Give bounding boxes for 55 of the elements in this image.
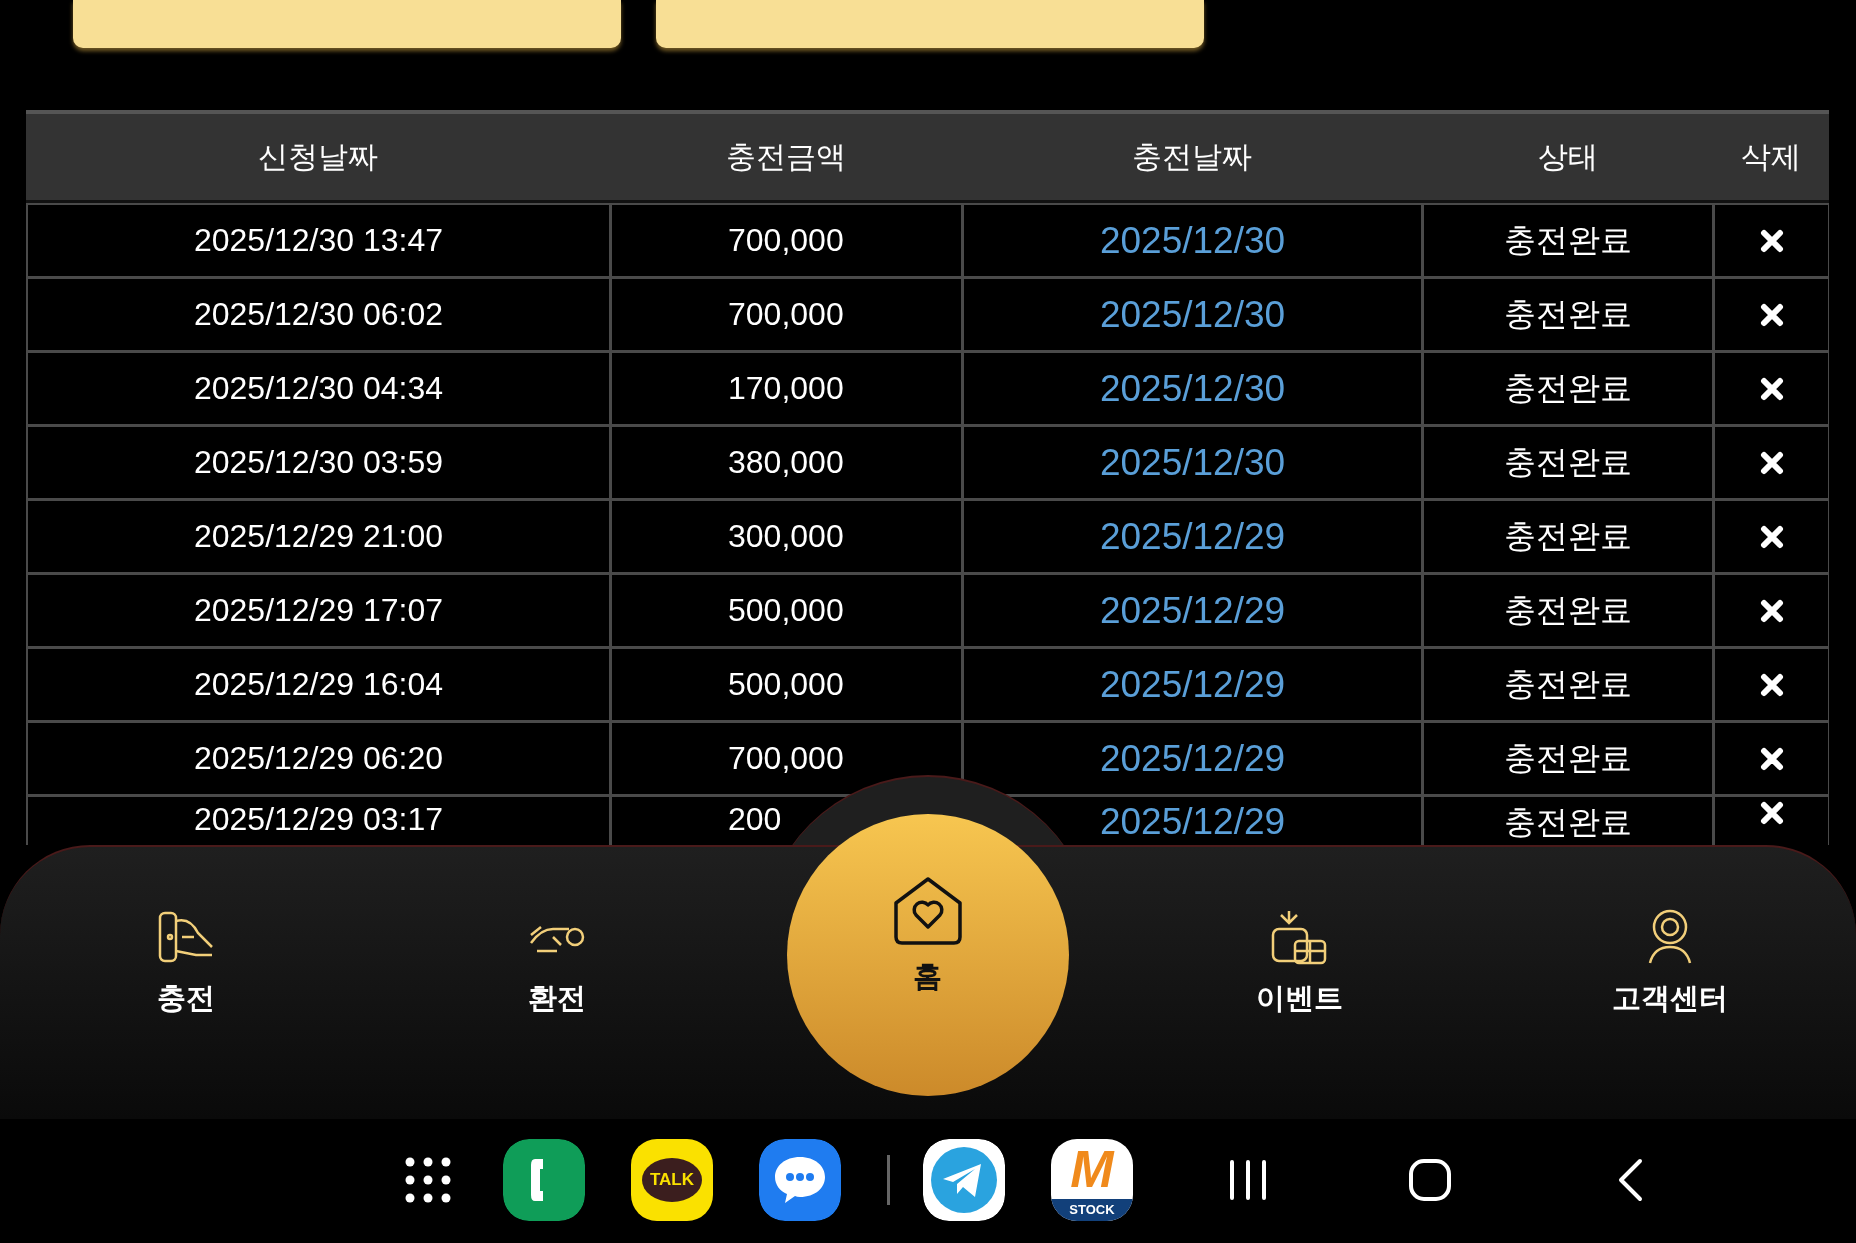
column-header: 삭제 — [1740, 137, 1802, 176]
close-icon[interactable] — [1759, 228, 1784, 253]
nav-item[interactable]: 이벤트 — [1255, 847, 1343, 1019]
table-cell: 2025/12/30 13:47 — [26, 203, 611, 278]
close-icon[interactable] — [1759, 302, 1784, 327]
close-icon[interactable] — [1759, 746, 1784, 771]
table-cell: 충전완료 — [1422, 425, 1714, 500]
column-header: 신청날짜 — [257, 137, 379, 176]
messages-app-icon[interactable] — [759, 1139, 841, 1221]
close-icon[interactable] — [1759, 376, 1784, 401]
close-icon[interactable] — [1759, 672, 1784, 697]
table-cell: 170,000 — [728, 370, 844, 407]
home-button[interactable]: 홈 — [787, 814, 1069, 1096]
table-cell: 2025/12/30 04:34 — [26, 351, 611, 426]
close-icon[interactable] — [1759, 450, 1784, 475]
table-cell: 2025/12/29 06:20 — [26, 721, 611, 796]
stock-app-icon[interactable]: M STOCK — [1051, 1139, 1133, 1221]
table-cell: 300,000 — [728, 518, 844, 555]
table-cell: 700,000 — [728, 296, 844, 333]
table-cell: 충전완료 — [1422, 277, 1714, 352]
column-header: 상태 — [1536, 137, 1599, 176]
nav-item[interactable]: 고객센터 — [1612, 847, 1729, 1019]
table-cell: 충전완료 — [1422, 203, 1714, 278]
table-cell: 충전완료 — [1422, 499, 1714, 574]
table-cell: 500,000 — [728, 592, 844, 629]
table-cell: 충전완료 — [1422, 795, 1714, 845]
table-cell: 2025/12/29 03:17 — [26, 795, 611, 845]
table-cell: 500,000 — [728, 666, 844, 703]
recents-icon[interactable] — [1228, 1159, 1268, 1201]
column-header: 충전날짜 — [1131, 137, 1253, 176]
nav-item[interactable]: 환전 — [526, 847, 587, 1019]
column-header: 충전금액 — [725, 137, 847, 176]
table-cell: 2025/12/30 03:59 — [26, 425, 611, 500]
talk-app-icon[interactable]: TALK — [631, 1139, 713, 1221]
paper-plane-app-icon[interactable] — [923, 1139, 1005, 1221]
table-cell: 700,000 — [728, 222, 844, 259]
table-cell: 2025/12/30 06:02 — [26, 277, 611, 352]
table-cell: 2025/12/29 17:07 — [26, 573, 611, 648]
nav-item[interactable]: 충전 — [155, 847, 216, 1019]
table-cell: 충전완료 — [1422, 721, 1714, 796]
table-cell: 700,000 — [728, 740, 844, 777]
table-cell: 200 — [728, 801, 782, 838]
table-cell: 380,000 — [728, 444, 844, 481]
table-cell: 충전완료 — [1422, 351, 1714, 426]
table-cell: 2025/12/29 16:04 — [26, 647, 611, 722]
close-icon[interactable] — [1759, 524, 1784, 549]
phone-app-icon[interactable] — [503, 1139, 585, 1221]
close-icon[interactable] — [1759, 801, 1784, 825]
table-cell: 충전완료 — [1422, 647, 1714, 722]
home-key-icon[interactable] — [1408, 1158, 1452, 1202]
close-icon[interactable] — [1759, 598, 1784, 623]
apps-grid-icon[interactable] — [405, 1157, 451, 1203]
back-icon[interactable] — [1617, 1158, 1643, 1202]
table-cell: 2025/12/29 21:00 — [26, 499, 611, 574]
table-cell: 충전완료 — [1422, 573, 1714, 648]
